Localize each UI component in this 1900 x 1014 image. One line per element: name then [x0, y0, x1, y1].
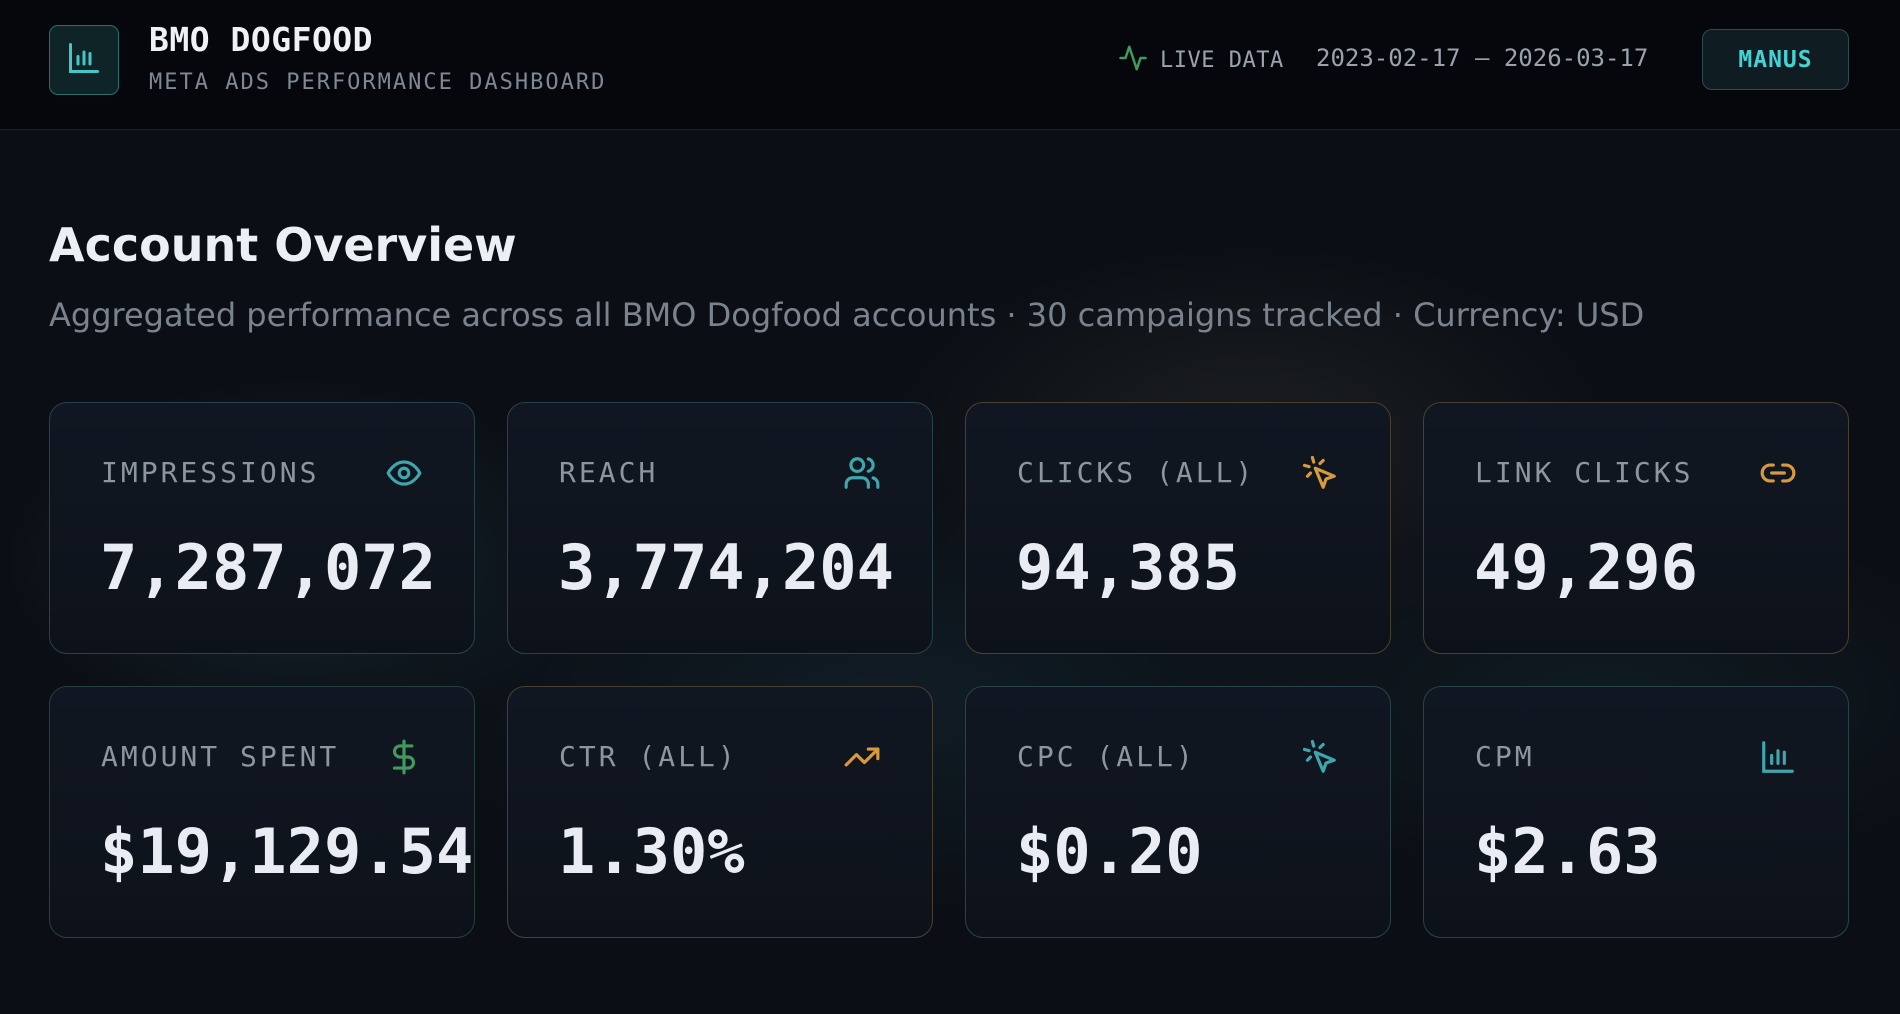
metric-card-ctr-all: CTR (ALL) 1.30%: [507, 686, 933, 938]
metric-card-impressions: IMPRESSIONS 7,287,072: [49, 402, 475, 654]
metric-label: CPM: [1475, 740, 1535, 773]
page-subtitle: Aggregated performance across all BMO Do…: [49, 296, 1645, 334]
metric-label: REACH: [559, 456, 659, 489]
metric-card-reach: REACH 3,774,204: [507, 402, 933, 654]
metric-value: $2.63: [1474, 815, 1661, 888]
logo[interactable]: [49, 25, 119, 95]
bar-chart-icon: [66, 40, 102, 80]
metric-label: AMOUNT SPENT: [101, 740, 340, 773]
dollar-icon: [384, 737, 424, 777]
metric-value: $0.20: [1016, 815, 1203, 888]
metric-card-cpm: CPM $2.63: [1423, 686, 1849, 938]
metric-value: $19,129.54: [100, 815, 474, 888]
app-subtitle: META ADS PERFORMANCE DASHBOARD: [149, 70, 607, 95]
metric-value: 49,296: [1474, 531, 1698, 604]
dashboard-page: BMO DOGFOOD META ADS PERFORMANCE DASHBOA…: [0, 0, 1900, 1014]
eye-icon: [384, 453, 424, 493]
metric-card-clicks-all: CLICKS (ALL) 94,385: [965, 402, 1391, 654]
pointer-click-icon: [1300, 453, 1340, 493]
top-bar: BMO DOGFOOD META ADS PERFORMANCE DASHBOA…: [0, 0, 1900, 130]
metric-card-link-clicks: LINK CLICKS 49,296: [1423, 402, 1849, 654]
metric-value: 1.30%: [558, 815, 745, 888]
metric-label: CLICKS (ALL): [1017, 456, 1256, 489]
activity-icon: [1118, 43, 1148, 77]
metric-label: IMPRESSIONS: [101, 456, 320, 489]
metric-value: 94,385: [1016, 531, 1240, 604]
pointer-click-icon: [1300, 737, 1340, 777]
metric-label: CPC (ALL): [1017, 740, 1196, 773]
live-data-label: LIVE DATA: [1160, 47, 1284, 73]
metric-label: CTR (ALL): [559, 740, 738, 773]
metric-card-amount-spent: AMOUNT SPENT $19,129.54: [49, 686, 475, 938]
metric-label: LINK CLICKS: [1475, 456, 1694, 489]
trending-up-icon: [842, 737, 882, 777]
metric-value: 3,774,204: [558, 531, 894, 604]
app-title: BMO DOGFOOD: [149, 20, 374, 59]
link-icon: [1758, 453, 1798, 493]
live-data-indicator: LIVE DATA: [1118, 42, 1284, 78]
user-button[interactable]: MANUS: [1702, 29, 1849, 90]
metric-value: 7,287,072: [100, 531, 436, 604]
bar-chart-icon: [1758, 737, 1798, 777]
date-range[interactable]: 2023-02-17 — 2026-03-17: [1316, 44, 1648, 72]
metric-card-cpc-all: CPC (ALL) $0.20: [965, 686, 1391, 938]
page-title: Account Overview: [49, 218, 517, 272]
users-icon: [842, 453, 882, 493]
